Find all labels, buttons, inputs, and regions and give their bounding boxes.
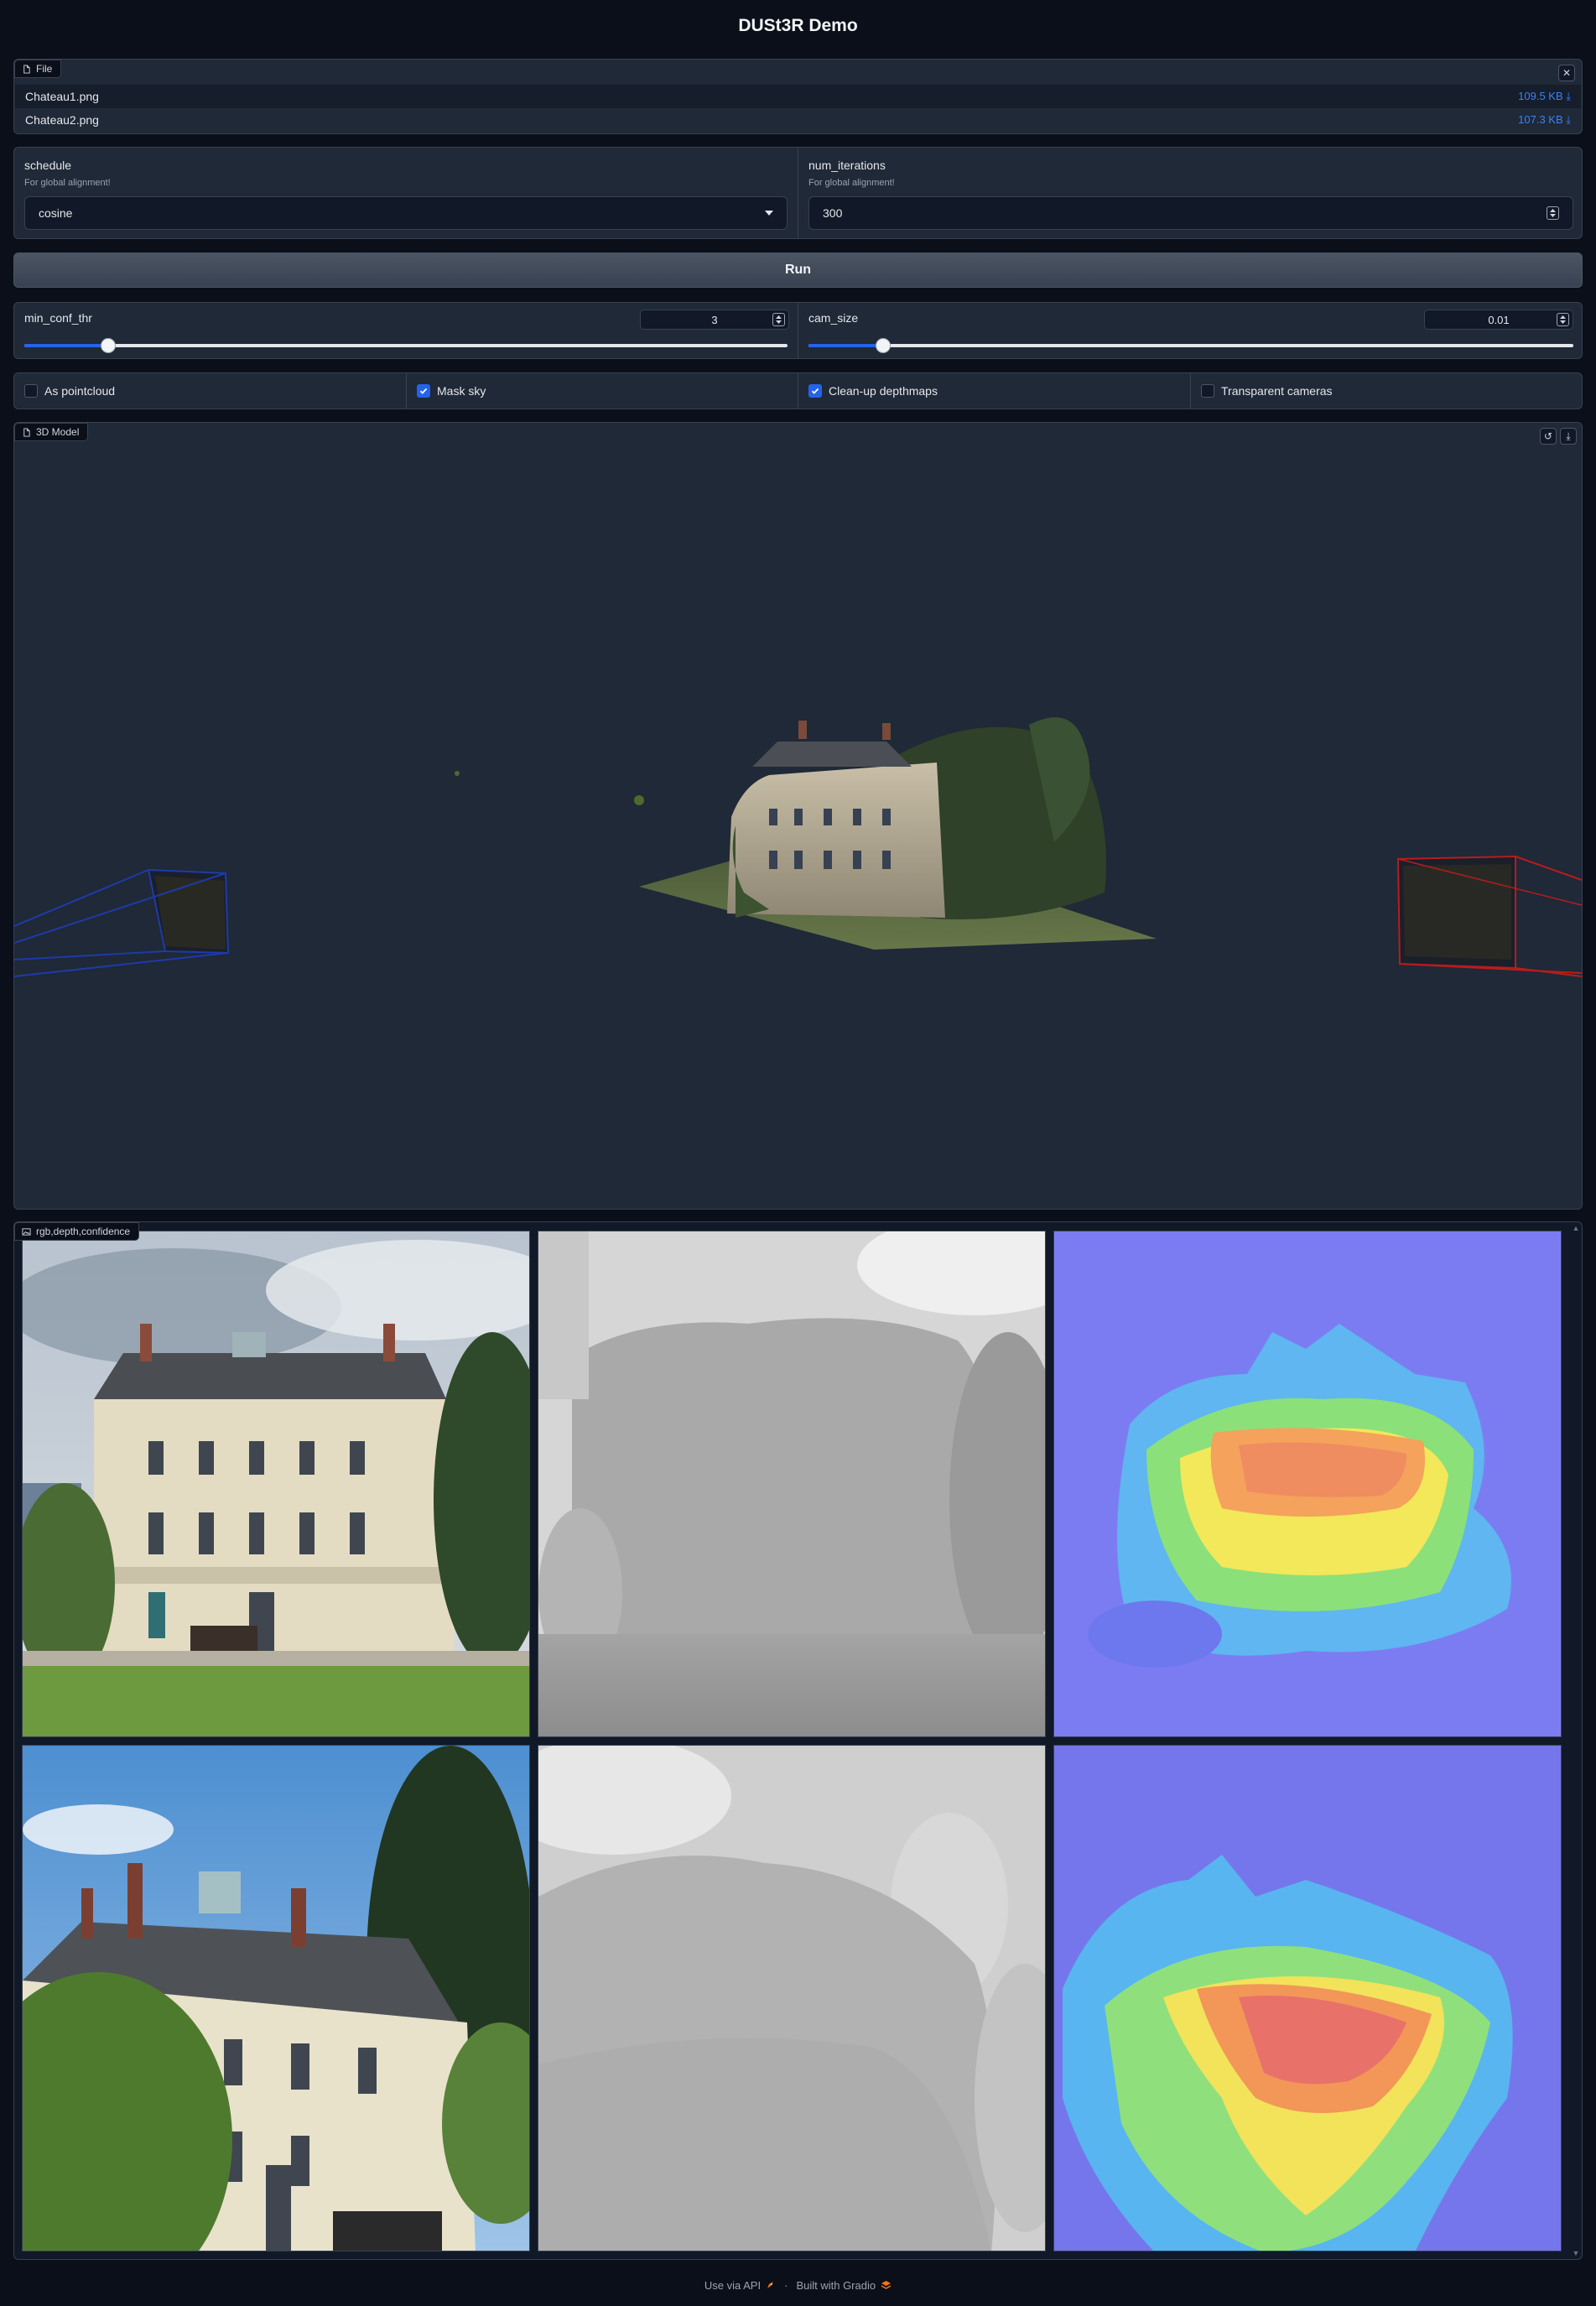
gallery-item-rgb-1[interactable] — [22, 1231, 530, 1737]
min-conf-thr-stepper[interactable] — [772, 313, 785, 326]
depth-map-2 — [538, 1746, 1045, 2251]
download-model-button[interactable]: ⤓ — [1560, 428, 1577, 445]
undo-icon: ↺ — [1543, 430, 1553, 442]
file-block-label: File — [14, 60, 62, 78]
footer: Use via API · Built with Gradio — [0, 2270, 1596, 2300]
min-conf-thr-label: min_conf_thr — [24, 311, 92, 325]
rgb-image-1 — [23, 1231, 529, 1736]
num-iterations-value: 300 — [823, 206, 843, 220]
built-with-gradio-link[interactable]: Built with Gradio — [796, 2279, 892, 2292]
app-title: DUSt3R Demo — [738, 16, 858, 35]
camera-frustum-1[interactable] — [14, 868, 230, 977]
point-cloud-scene — [455, 717, 1157, 950]
model-3d-label-text: 3D Model — [36, 426, 80, 438]
gallery-label: rgb,depth,confidence — [14, 1222, 140, 1241]
model-3d-label: 3D Model — [14, 423, 89, 441]
file-size-download-link[interactable]: 109.5 KB ⤓ — [1518, 90, 1571, 103]
file-name: Chateau1.png — [25, 90, 99, 103]
alignment-settings-row: schedule For global alignment! cosine nu… — [13, 147, 1583, 239]
as-pointcloud-label[interactable]: As pointcloud — [44, 384, 115, 398]
min-conf-thr-fill — [24, 344, 109, 347]
gallery-item-confidence-2[interactable] — [1053, 1745, 1562, 2251]
num-iterations-stepper[interactable] — [1547, 206, 1559, 220]
file-size-download-link[interactable]: 107.3 KB ⤓ — [1518, 113, 1571, 127]
clean-up-depthmaps-label[interactable]: Clean-up depthmaps — [829, 384, 938, 398]
gradio-logo-icon — [881, 2281, 892, 2289]
close-icon: ✕ — [1562, 67, 1572, 79]
as-pointcloud-checkbox[interactable] — [24, 384, 38, 398]
cam-size-fill — [808, 344, 884, 347]
gallery-item-confidence-1[interactable] — [1053, 1231, 1562, 1737]
column-divider — [1190, 373, 1191, 409]
confidence-map-1 — [1054, 1231, 1561, 1736]
cam-size-track[interactable] — [808, 344, 1573, 347]
min-conf-thr-track[interactable] — [24, 344, 788, 347]
file-icon — [23, 64, 30, 74]
reset-view-button[interactable]: ↺ — [1540, 428, 1557, 445]
gallery-item-depth-1[interactable] — [538, 1231, 1046, 1737]
confidence-map-2 — [1054, 1746, 1561, 2251]
gallery-block: rgb,depth,confidence ▲ ▼ — [13, 1221, 1583, 2260]
scroll-up-icon[interactable]: ▲ — [1573, 1224, 1580, 1232]
cam-size-number-input[interactable]: 0.01 — [1424, 310, 1573, 330]
schedule-selected-value: cosine — [39, 206, 73, 220]
rocket-icon — [767, 2282, 774, 2288]
min-conf-thr-thumb[interactable] — [101, 338, 117, 353]
file-row[interactable]: Chateau2.png 107.3 KB ⤓ — [15, 108, 1581, 132]
use-via-api-text: Use via API — [704, 2278, 762, 2292]
built-with-gradio-text: Built with Gradio — [796, 2278, 876, 2292]
min-conf-thr-value: 3 — [711, 313, 718, 326]
file-icon — [23, 427, 30, 437]
stepper-icon — [776, 315, 782, 324]
cam-size-label: cam_size — [808, 311, 859, 325]
gallery-label-text: rgb,depth,confidence — [36, 1226, 131, 1237]
model-3d-block: 3D Model ↺ ⤓ — [13, 422, 1583, 1210]
slider-row: min_conf_thr 3 cam_size 0.01 — [13, 302, 1583, 359]
rgb-image-2 — [23, 1746, 529, 2251]
schedule-info: For global alignment! — [24, 178, 111, 188]
num-iterations-label: num_iterations — [808, 159, 886, 172]
file-block-label-text: File — [36, 63, 53, 75]
camera-frustum-2[interactable] — [1396, 855, 1582, 977]
run-button[interactable]: Run — [13, 252, 1583, 288]
cam-size-thumb[interactable] — [876, 338, 892, 353]
check-icon — [419, 388, 428, 394]
file-upload-block: File ✕ Chateau1.png 109.5 KB ⤓ Chateau2.… — [13, 59, 1583, 134]
model-3d-canvas[interactable] — [14, 423, 1582, 1209]
num-iterations-input[interactable]: 300 — [808, 196, 1573, 230]
transparent-cameras-label[interactable]: Transparent cameras — [1221, 384, 1333, 398]
column-divider — [406, 373, 407, 409]
check-icon — [811, 388, 819, 394]
stepper-icon — [1550, 209, 1556, 217]
depth-map-1 — [538, 1231, 1045, 1736]
schedule-dropdown[interactable]: cosine — [24, 196, 788, 230]
clear-files-button[interactable]: ✕ — [1558, 65, 1575, 81]
file-name: Chateau2.png — [25, 113, 99, 127]
gallery-item-rgb-2[interactable] — [22, 1745, 530, 2251]
caret-down-icon — [765, 211, 773, 216]
mask-sky-checkbox[interactable] — [417, 384, 430, 398]
mask-sky-label[interactable]: Mask sky — [437, 384, 486, 398]
min-conf-thr-number-input[interactable]: 3 — [640, 310, 789, 330]
scroll-down-icon[interactable]: ▼ — [1573, 2249, 1580, 2257]
num-iterations-info: For global alignment! — [808, 178, 895, 188]
gallery-item-depth-2[interactable] — [538, 1745, 1046, 2251]
gallery-scrollbar[interactable]: ▲ ▼ — [1572, 1224, 1580, 2257]
file-row[interactable]: Chateau1.png 109.5 KB ⤓ — [15, 85, 1581, 108]
cam-size-value: 0.01 — [1488, 313, 1510, 326]
clean-up-depthmaps-checkbox[interactable] — [808, 384, 822, 398]
use-via-api-link[interactable]: Use via API — [704, 2279, 776, 2292]
stepper-icon — [1560, 315, 1566, 324]
image-icon — [22, 1227, 31, 1236]
cam-size-stepper[interactable] — [1557, 313, 1569, 326]
options-row: As pointcloud Mask sky Clean-up depthmap… — [13, 372, 1583, 409]
schedule-label: schedule — [24, 159, 72, 172]
footer-separator: · — [784, 2278, 788, 2292]
download-icon: ⤓ — [1566, 430, 1571, 442]
transparent-cameras-checkbox[interactable] — [1201, 384, 1214, 398]
